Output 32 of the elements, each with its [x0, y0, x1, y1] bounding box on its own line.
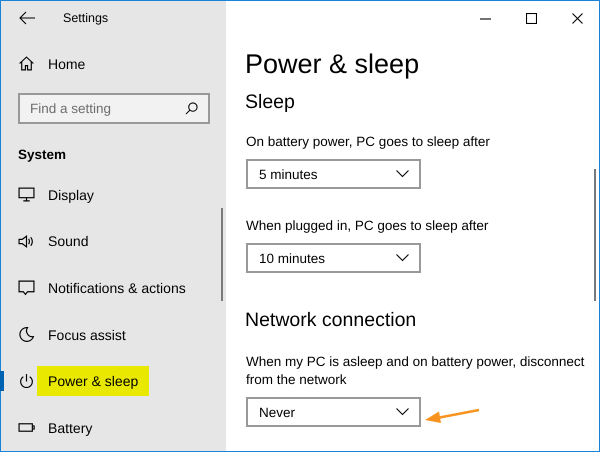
dropdown[interactable]: 10 minutes	[246, 243, 421, 273]
sidebar-item[interactable]: Power & sleep	[1, 358, 150, 404]
section-heading: System	[18, 146, 66, 164]
chevron-down-icon	[396, 254, 409, 262]
chevron-down-icon	[396, 408, 409, 416]
sidebar-item[interactable]: Sound	[1, 218, 88, 265]
page-title: Power & sleep	[245, 48, 420, 81]
power-icon	[18, 372, 35, 390]
sidebar-item[interactable]: Display	[1, 171, 94, 218]
speaker-icon	[18, 232, 35, 250]
setting-label: On battery power, PC goes to sleep after	[246, 133, 490, 151]
search-icon	[185, 102, 198, 116]
speech-bubble-icon	[18, 279, 35, 296]
sidebar-item[interactable]: Notifications & actions	[1, 264, 186, 312]
setting-label: When my PC is asleep and on battery power, disconnect from the network	[246, 353, 586, 389]
dropdown[interactable]: Never	[246, 397, 421, 427]
window-title: Settings	[63, 10, 108, 25]
maximize-icon[interactable]	[526, 12, 536, 24]
back-arrow-icon[interactable]	[18, 10, 36, 25]
dropdown[interactable]: 5 minutes	[246, 159, 421, 189]
section-heading: Network connection	[245, 308, 416, 333]
monitor-icon	[18, 186, 35, 204]
search-field[interactable]: Find a setting	[18, 93, 210, 124]
setting-label: When plugged in, PC goes to sleep after	[246, 217, 488, 235]
home-link[interactable]: Home	[1, 46, 92, 80]
sidebar-item[interactable]: Battery	[1, 404, 92, 451]
sidebar-item[interactable]: Focus assist	[1, 311, 126, 358]
section-heading: Sleep	[245, 90, 295, 115]
home-icon	[18, 55, 35, 72]
close-icon[interactable]	[572, 12, 582, 24]
moon-icon	[18, 326, 35, 344]
chevron-down-icon	[396, 170, 409, 178]
